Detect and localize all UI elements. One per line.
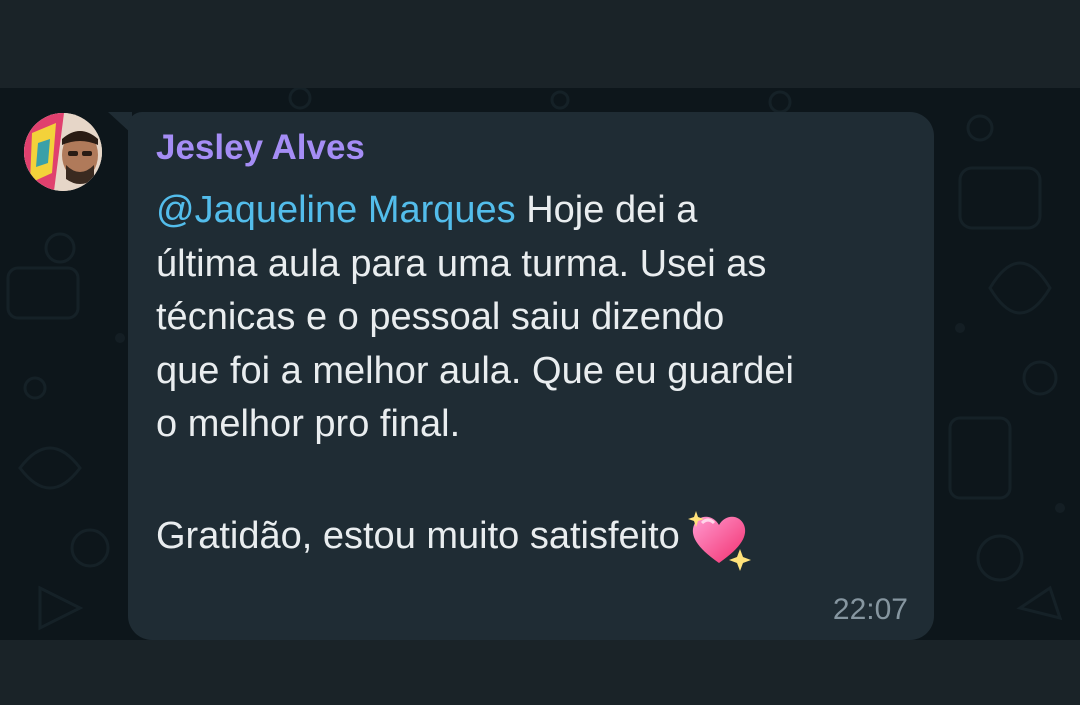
message-line: o melhor pro final.	[156, 403, 461, 445]
message-line: @Jaqueline Marques Hoje dei a	[156, 184, 916, 238]
message-line: técnicas e o pessoal saiu dizendo	[156, 296, 725, 338]
message-line: que foi a melhor aula. Que eu guardei	[156, 349, 794, 392]
message-text: @Jaqueline Marques Hoje dei a última aul…	[156, 184, 916, 571]
mention-link[interactable]: @Jaqueline Marques	[156, 189, 516, 231]
avatar-photo	[24, 113, 102, 191]
message-line-text: Gratidão, estou muito satisfeito	[156, 515, 680, 558]
message-line: Gratidão, estou muito satisfeito	[156, 505, 916, 571]
message-timestamp: 22:07	[832, 593, 908, 626]
sparkling-heart-icon	[687, 511, 751, 571]
top-bar	[0, 0, 1080, 88]
avatar[interactable]	[24, 113, 102, 191]
message-line-text: Hoje dei a	[515, 189, 698, 231]
bottom-bar	[0, 640, 1080, 705]
message-line: última aula para uma turma. Usei as	[156, 242, 767, 285]
sender-name[interactable]: Jesley Alves	[156, 128, 365, 168]
chat-screen: Jesley Alves @Jaqueline Marques Hoje dei…	[0, 0, 1080, 705]
